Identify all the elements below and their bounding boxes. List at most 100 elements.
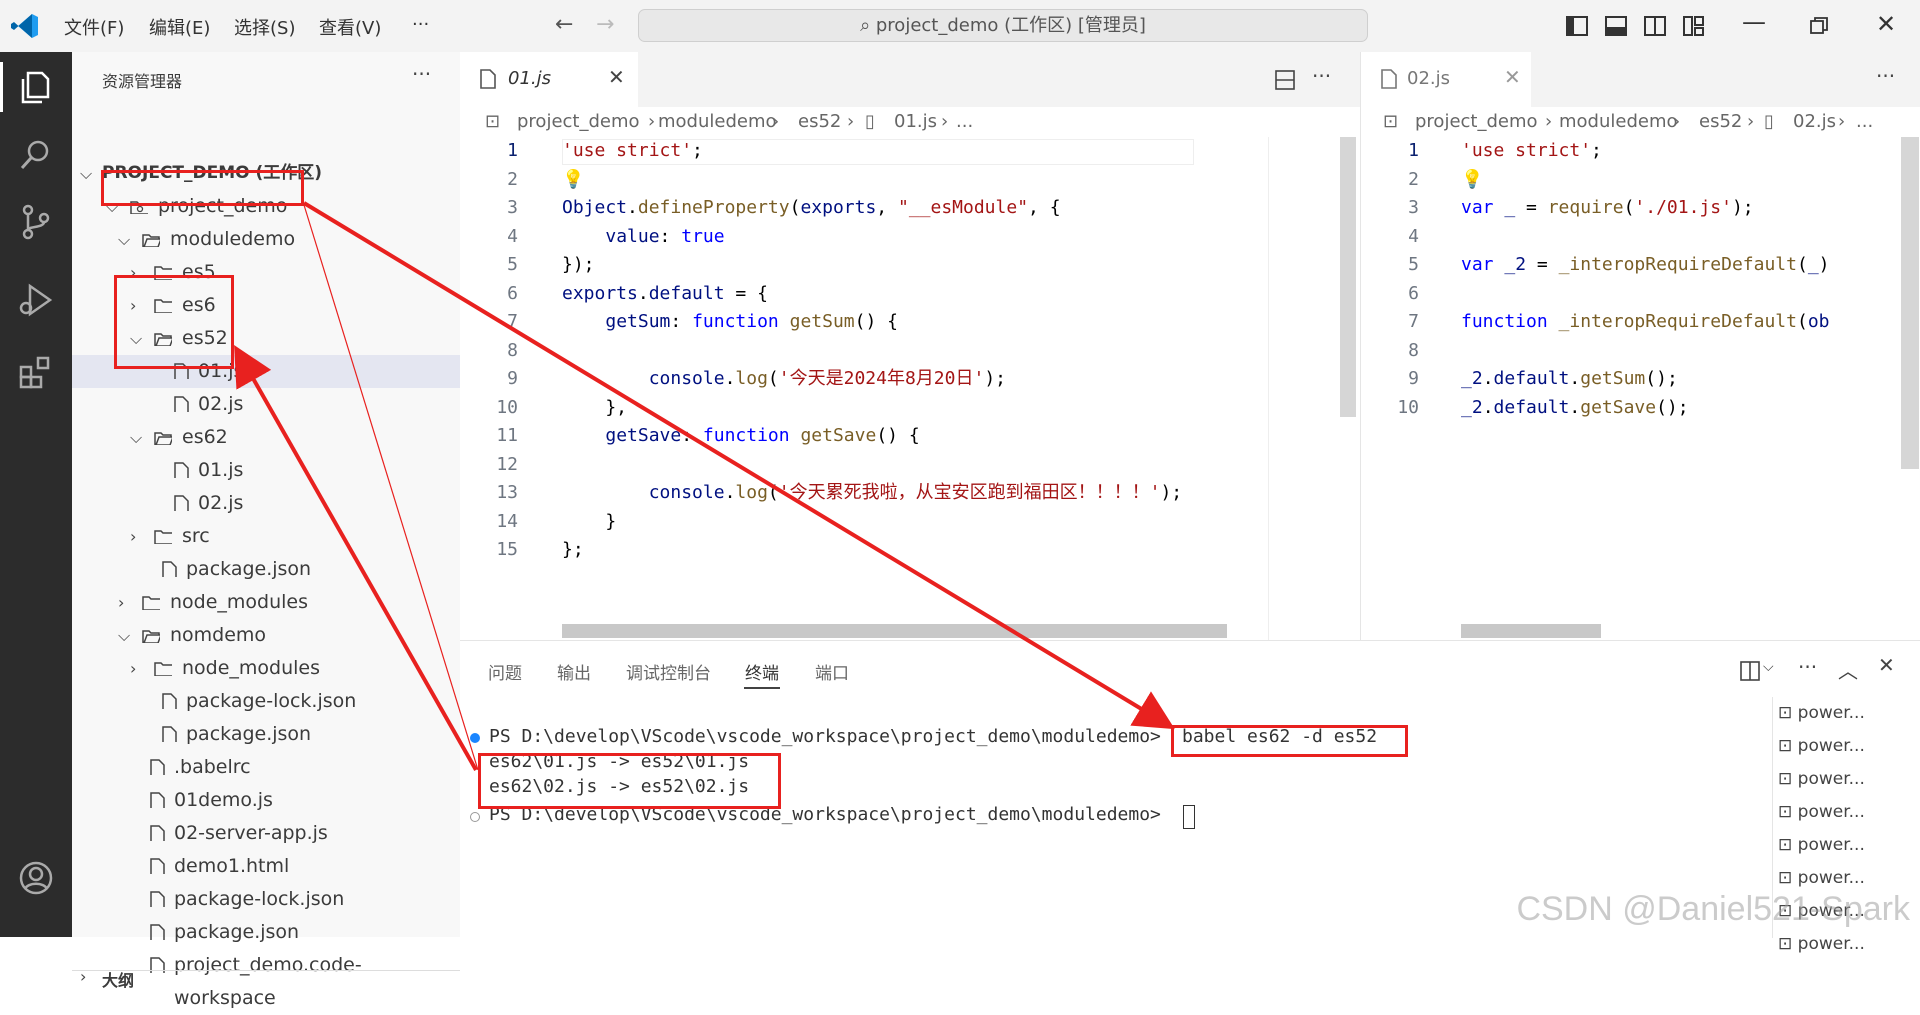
terminal-instance[interactable]: ⊡ power...	[1778, 697, 1918, 730]
breadcrumb-item[interactable]: es52	[1699, 107, 1742, 137]
tree-file-item[interactable]: .babelrc	[72, 751, 460, 784]
close-window-icon[interactable]: ✕	[1876, 10, 1896, 38]
account-icon[interactable]	[16, 858, 56, 898]
tree-item-label: package.json	[186, 558, 312, 580]
tree-file-item[interactable]: package.json	[72, 916, 460, 949]
terminal-instance[interactable]: ⊡ power...	[1778, 763, 1918, 796]
split-terminal-icon[interactable]	[1740, 661, 1760, 681]
tab-debug-console[interactable]: 调试控制台	[626, 659, 711, 684]
menu-edit[interactable]: 编辑(E)	[149, 14, 210, 40]
horizontal-scrollbar[interactable]	[562, 624, 1227, 638]
search-icon[interactable]	[16, 135, 56, 175]
breadcrumb-item[interactable]: ...	[956, 107, 973, 137]
file-icon	[162, 561, 177, 577]
tab-02-js[interactable]: 02.js ✕	[1361, 52, 1531, 107]
tree-folder-item[interactable]: ⌵ nomdemo	[72, 619, 460, 652]
breadcrumb-item[interactable]: moduledemo	[658, 107, 777, 137]
tree-file-item[interactable]: 02-server-app.js	[72, 817, 460, 850]
terminal-instance[interactable]: ⊡ power...	[1778, 730, 1918, 763]
close-tab-icon[interactable]: ✕	[1504, 65, 1521, 89]
tree-folder-item[interactable]: ⌵ es62	[72, 421, 460, 454]
breadcrumb-item[interactable]: ...	[1856, 107, 1873, 137]
menu-more[interactable]: ···	[412, 14, 429, 35]
explorer-icon[interactable]	[16, 67, 56, 107]
tree-file-item[interactable]: 01demo.js	[72, 784, 460, 817]
tree-folder-item[interactable]: › node_modules	[72, 586, 460, 619]
tree-item-label: nomdemo	[170, 624, 267, 646]
editor2-breadcrumb: ⊡ project_demo › moduledemo › es52 › ▯ 0…	[1360, 107, 1920, 137]
tree-file-item[interactable]: 02.js	[72, 388, 460, 421]
split-editor-icon[interactable]	[1275, 70, 1295, 90]
run-debug-icon[interactable]	[16, 280, 56, 320]
menu-view[interactable]: 查看(V)	[319, 14, 381, 40]
file-icon	[162, 693, 177, 709]
vertical-scrollbar[interactable]	[1901, 137, 1919, 469]
tree-file-item[interactable]: demo1.html	[72, 850, 460, 883]
editor2-tabbar: 02.js ✕ ···	[1360, 52, 1920, 108]
toggle-sidebar-icon[interactable]	[1566, 16, 1588, 36]
line-number: 2	[1408, 168, 1419, 190]
sidebar-title: 资源管理器	[102, 72, 183, 91]
breadcrumb-item[interactable]: moduledemo	[1559, 107, 1678, 137]
folder-open-icon	[142, 630, 160, 643]
tree-file-item[interactable]: package-lock.json	[72, 883, 460, 916]
tree-file-item[interactable]: 01.js	[72, 454, 460, 487]
terminal-instance[interactable]: ⊡ power...	[1778, 829, 1918, 862]
editor-more-button[interactable]: ···	[1312, 64, 1331, 88]
breadcrumb-item[interactable]: 01.js	[894, 107, 937, 137]
tree-file-item[interactable]: 02.js	[72, 487, 460, 520]
tree-folder-item[interactable]: ⌵ moduledemo	[72, 223, 460, 256]
breadcrumb-item[interactable]: project_demo	[1415, 107, 1538, 137]
editor-more-button[interactable]: ···	[1876, 64, 1895, 88]
vertical-scrollbar[interactable]	[1340, 137, 1356, 417]
editor2-code-area[interactable]: 1 2 3 4 5 6 7 8 9 10 'use strict'; 💡 var _ = requ…	[1360, 137, 1920, 640]
maximize-panel-icon[interactable]: ︿	[1838, 655, 1858, 684]
extensions-icon[interactable]	[16, 352, 56, 392]
tree-item-label: es62	[182, 426, 228, 448]
back-arrow-icon[interactable]: ←	[555, 12, 573, 37]
tab-output[interactable]: 输出	[557, 659, 591, 684]
source-control-icon[interactable]	[16, 202, 56, 242]
editor1-code-area[interactable]: 1 2 3 4 5 6 7 8 9 10 11 12 13 14 15 'use strict'; 💡 Ob…	[460, 137, 1360, 640]
line-number: 10	[496, 396, 518, 418]
menu-selection[interactable]: 选择(S)	[234, 14, 295, 40]
tree-file-item[interactable]: package.json	[72, 718, 460, 751]
chevron-down-icon[interactable]: ⌵	[1763, 659, 1774, 675]
forward-arrow-icon[interactable]: →	[596, 12, 614, 37]
toggle-secondary-sidebar-icon[interactable]	[1644, 16, 1666, 36]
panel-more-button[interactable]: ···	[1798, 655, 1817, 679]
tree-folder-item[interactable]: › node_modules	[72, 652, 460, 685]
tree-file-item[interactable]: package-lock.json	[72, 685, 460, 718]
breadcrumb-item[interactable]: 02.js	[1793, 107, 1836, 137]
tab-problems[interactable]: 问题	[488, 659, 522, 684]
terminal-instance[interactable]: ⊡ power...	[1778, 796, 1918, 829]
tab-terminal[interactable]: 终端	[745, 659, 779, 684]
file-icon	[150, 891, 165, 907]
toggle-panel-icon[interactable]	[1605, 16, 1627, 36]
close-panel-icon[interactable]: ✕	[1878, 653, 1895, 677]
breadcrumb-item[interactable]: es52	[798, 107, 841, 137]
breadcrumb-item[interactable]: project_demo	[517, 107, 640, 137]
terminal-instance[interactable]: ⊡ power...	[1778, 928, 1918, 961]
tab-ports[interactable]: 端口	[815, 659, 849, 684]
tree-file-item[interactable]: package.json	[72, 553, 460, 586]
chevron-down-icon: ⌵	[130, 428, 143, 447]
tab-01-js[interactable]: 01.js ✕	[460, 52, 638, 107]
menu-file[interactable]: 文件(F)	[64, 14, 124, 40]
sidebar-more-button[interactable]: ···	[412, 62, 431, 86]
editor1-breadcrumb: ⊡ project_demo › moduledemo › es52 › ▯ 0…	[460, 107, 1360, 137]
code-content: 'use strict'; 💡 Object.defineProperty(ex…	[562, 140, 1183, 560]
command-center-search[interactable]: ⌕ project_demo (工作区) [管理员]	[638, 9, 1368, 42]
folder-icon	[142, 596, 160, 610]
close-tab-icon[interactable]: ✕	[608, 65, 625, 89]
restore-icon[interactable]	[1810, 17, 1828, 35]
chevron-down-icon: ⌵	[80, 164, 93, 183]
minimize-icon[interactable]: —	[1742, 8, 1766, 36]
tree-item-label: src	[182, 525, 210, 547]
customize-layout-icon[interactable]	[1683, 16, 1705, 36]
tree-folder-item[interactable]: › src	[72, 520, 460, 553]
annotation-box-output	[478, 753, 781, 809]
chevron-right-icon: ›	[80, 970, 87, 986]
horizontal-scrollbar[interactable]	[1461, 624, 1601, 638]
outline-header[interactable]: › 大纲	[72, 970, 460, 990]
